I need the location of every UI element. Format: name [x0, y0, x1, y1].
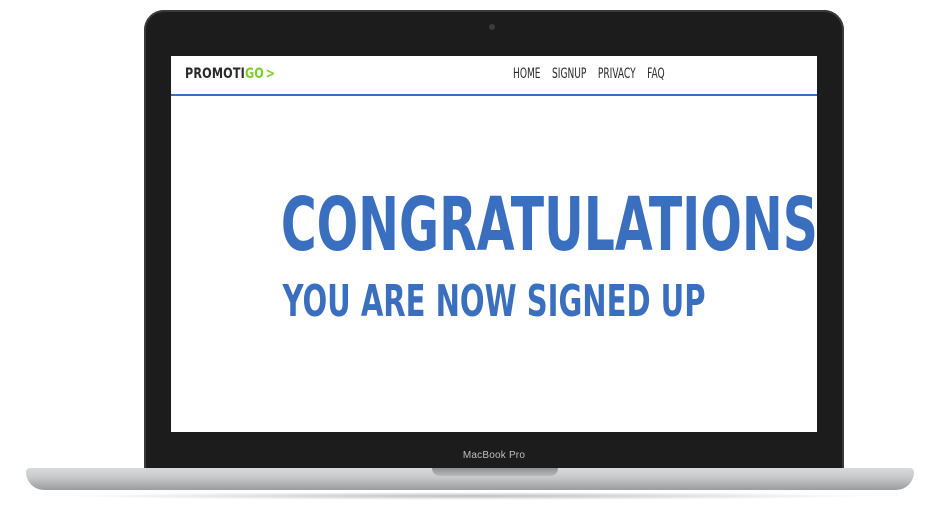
congratulations-heading: CONGRATULATIONS — [280, 182, 817, 268]
logo-prefix: PROMOTI — [185, 66, 245, 82]
nav-faq-link[interactable]: FAQ — [647, 66, 664, 82]
laptop-screen: PROMOTIGO > HOME SIGNUP PRIVACY FAQ CONGR… — [171, 56, 817, 432]
logo-arrow-icon: > — [265, 66, 276, 82]
site-logo[interactable]: PROMOTIGO > — [185, 66, 275, 82]
site-header: PROMOTIGO > HOME SIGNUP PRIVACY FAQ — [171, 56, 817, 96]
nav-signup-link[interactable]: SIGNUP — [552, 66, 586, 82]
signed-up-subheading: YOU ARE NOW SIGNED UP — [282, 276, 706, 327]
logo-accent: GO — [244, 66, 264, 82]
laptop-base-notch — [432, 468, 558, 476]
top-nav: HOME SIGNUP PRIVACY FAQ — [513, 66, 665, 82]
device-label: MacBook Pro — [462, 450, 526, 461]
laptop-shadow — [60, 492, 880, 500]
camera-icon — [489, 24, 495, 30]
nav-privacy-link[interactable]: PRIVACY — [598, 66, 636, 82]
nav-home-link[interactable]: HOME — [513, 66, 541, 82]
